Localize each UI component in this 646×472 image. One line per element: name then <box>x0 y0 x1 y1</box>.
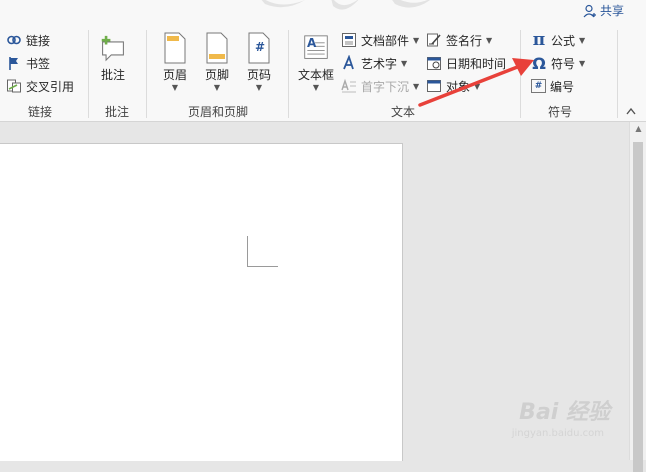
bookmark-label: 书签 <box>26 56 51 71</box>
collapse-ribbon-icon[interactable] <box>626 104 636 118</box>
vertical-scrollbar[interactable]: ▲ <box>629 122 646 472</box>
textbox-glyph: A <box>307 36 317 50</box>
group-separator <box>288 30 289 118</box>
share-button[interactable]: 共享 <box>583 2 624 19</box>
link-button[interactable]: 链接 <box>6 30 50 50</box>
margin-corner-mark <box>247 236 278 267</box>
page-number-button[interactable]: # 页码 ▼ <box>246 32 272 92</box>
dropcap-icon <box>341 78 357 94</box>
quick-parts-icon <box>341 32 357 48</box>
share-label: 共享 <box>599 4 624 18</box>
link-icon <box>6 32 22 48</box>
annotation-arrow <box>418 58 534 107</box>
watermark-url: jingyan.baidu.com <box>511 428 604 439</box>
page-number-glyph: # <box>255 40 266 54</box>
bookmark-button[interactable]: 书签 <box>6 53 50 73</box>
cross-reference-label: 交叉引用 <box>26 79 75 94</box>
chevron-down-icon: ▼ <box>213 83 221 92</box>
cross-reference-icon <box>6 78 22 94</box>
wordart-button[interactable]: 艺术字 ▼ <box>341 53 407 73</box>
wordart-label: 艺术字 <box>361 56 398 71</box>
header-label: 页眉 <box>162 68 187 82</box>
textbox-button[interactable]: A 文本框 ▼ <box>298 32 334 92</box>
links-group-label: 链接 <box>27 105 52 119</box>
document-page[interactable] <box>0 143 403 461</box>
user-icon <box>583 4 596 17</box>
cross-reference-button[interactable]: 交叉引用 <box>6 76 74 96</box>
textbox-label: 文本框 <box>298 68 335 82</box>
footer-icon <box>206 32 228 64</box>
group-separator <box>617 30 618 118</box>
ribbon-insert-tab: 共享 链接 书签 交叉引用 链接 批注 批注 页眉 ▼ 页脚 ▼ # 页码 ▼ … <box>0 0 646 122</box>
footer-button[interactable]: 页脚 ▼ <box>204 32 230 92</box>
chevron-down-icon: ▼ <box>312 83 320 92</box>
group-separator <box>88 30 89 118</box>
new-comment-button[interactable]: 批注 <box>100 32 126 83</box>
footer-label: 页脚 <box>204 68 229 82</box>
chevron-down-icon: ▼ <box>579 58 586 68</box>
new-comment-label: 批注 <box>100 68 125 82</box>
comments-group-label: 批注 <box>104 105 129 119</box>
chevron-down-icon: ▼ <box>171 83 179 92</box>
watermark-logo: Bai 经验 <box>519 400 610 425</box>
page-number-label: 页码 <box>246 68 271 82</box>
link-label: 链接 <box>26 33 51 48</box>
title-decoration <box>261 0 431 10</box>
header-button[interactable]: 页眉 ▼ <box>162 32 188 92</box>
new-comment-icon <box>101 35 124 62</box>
group-separator <box>146 30 147 118</box>
chevron-down-icon: ▼ <box>579 35 586 45</box>
bookmark-icon <box>6 55 22 71</box>
header-icon <box>164 32 186 64</box>
chevron-down-icon: ▼ <box>255 83 263 92</box>
scrollbar-thumb[interactable] <box>633 142 643 472</box>
scroll-up-icon[interactable]: ▲ <box>630 124 646 138</box>
wordart-icon <box>341 55 357 71</box>
header-footer-group-label: 页眉和页脚 <box>187 105 248 119</box>
